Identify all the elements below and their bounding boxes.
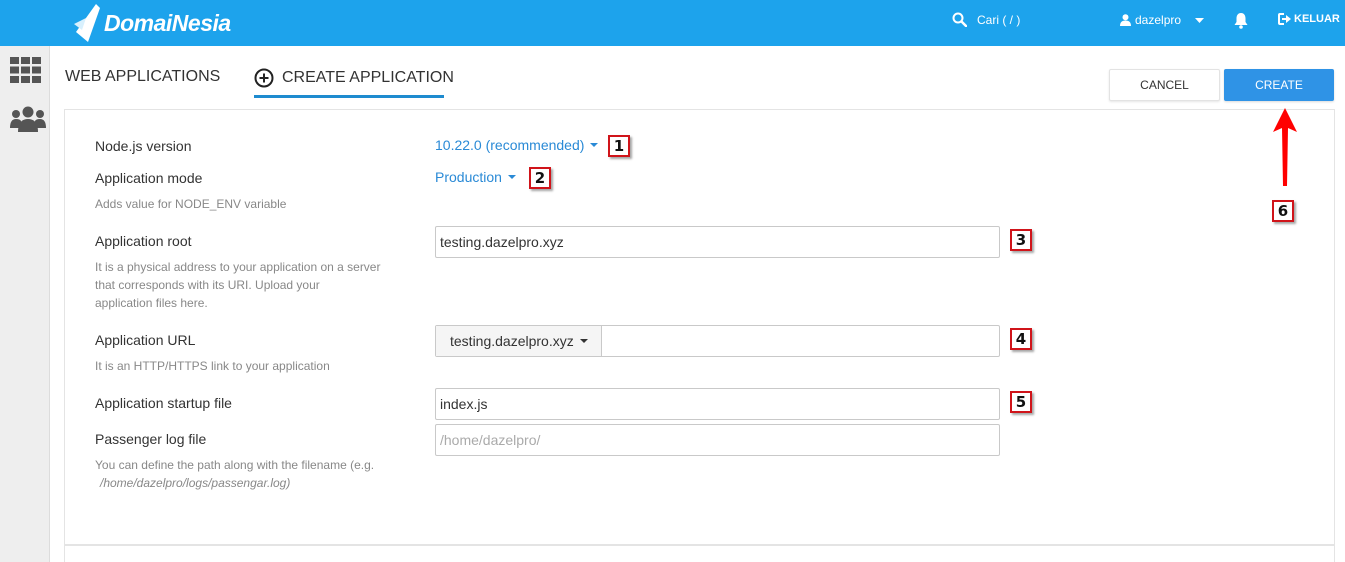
tab-web-applications-label: WEB APPLICATIONS xyxy=(65,68,221,85)
top-navbar: DomaiNesia Cari ( / ) dazelpro KELUAR xyxy=(0,0,1345,46)
apps-grid-icon[interactable] xyxy=(10,57,41,83)
annotation-badge-2: 2 xyxy=(529,167,551,189)
annotation-badge-1: 1 xyxy=(608,135,630,157)
passenger-log-help: You can define the path along with the f… xyxy=(95,456,374,492)
annotation-badge-3: 3 xyxy=(1010,229,1032,251)
nodejs-version-label: Node.js version xyxy=(95,138,192,154)
user-icon xyxy=(1120,14,1131,26)
nodejs-version-value: 10.22.0 (recommended) xyxy=(435,137,585,153)
annotation-badge-5: 5 xyxy=(1010,391,1032,413)
tab-create-application-label: CREATE APPLICATION xyxy=(282,69,454,86)
caret-down-icon xyxy=(507,175,516,179)
annotation-arrow xyxy=(1273,108,1297,186)
app-mode-label: Application mode xyxy=(95,170,203,186)
tab-create-application[interactable]: CREATE APPLICATION xyxy=(254,68,454,88)
chevron-down-icon xyxy=(1195,17,1205,23)
create-button[interactable]: CREATE xyxy=(1224,69,1334,101)
app-url-domain-dropdown[interactable]: testing.dazelpro.xyz xyxy=(436,326,602,356)
app-root-help-line: application files here. xyxy=(95,296,208,310)
app-url-group: testing.dazelpro.xyz xyxy=(435,325,1000,357)
sidebar xyxy=(0,46,50,562)
app-mode-dropdown[interactable]: Production xyxy=(435,169,516,185)
notifications-button[interactable] xyxy=(1233,12,1249,34)
app-root-label: Application root xyxy=(95,233,192,249)
app-root-help: It is a physical address to your applica… xyxy=(95,258,380,312)
caret-down-icon xyxy=(590,143,599,147)
app-url-help: It is an HTTP/HTTPS link to your applica… xyxy=(95,359,330,373)
logo-text: DomaiNesia xyxy=(104,9,231,36)
app-mode-help: Adds value for NODE_ENV variable xyxy=(95,197,287,211)
app-root-input[interactable]: testing.dazelpro.xyz xyxy=(435,226,1000,258)
startup-file-label: Application startup file xyxy=(95,395,232,411)
app-root-help-line: that corresponds with its URI. Upload yo… xyxy=(95,278,320,292)
form-panel-footer xyxy=(64,545,1335,562)
search-label: Cari ( / ) xyxy=(977,12,1021,27)
active-tab-indicator xyxy=(254,95,444,98)
nodejs-version-dropdown[interactable]: 10.22.0 (recommended) xyxy=(435,137,599,153)
logout-icon xyxy=(1278,13,1291,25)
user-menu[interactable]: dazelpro xyxy=(1120,13,1205,27)
passenger-log-help-line: You can define the path along with the f… xyxy=(95,458,375,472)
passenger-log-label: Passenger log file xyxy=(95,431,207,447)
logo[interactable]: DomaiNesia xyxy=(70,0,231,46)
annotation-badge-6: 6 xyxy=(1272,200,1294,222)
cancel-button[interactable]: CANCEL xyxy=(1109,69,1220,101)
passenger-log-help-path: /home/dazelpro/logs/passengar.log) xyxy=(100,476,291,490)
app-url-path-input[interactable] xyxy=(602,326,999,356)
bell-icon xyxy=(1234,13,1248,29)
app-root-help-line: It is a physical address to your applica… xyxy=(95,260,381,274)
logout-button[interactable]: KELUAR xyxy=(1278,13,1340,25)
plus-circle-icon xyxy=(254,68,274,88)
passenger-log-input[interactable]: /home/dazelpro/ xyxy=(435,424,1000,456)
app-url-label: Application URL xyxy=(95,332,196,348)
startup-file-input[interactable]: index.js xyxy=(435,388,1000,420)
app-mode-value: Production xyxy=(435,169,502,185)
search-box[interactable]: Cari ( / ) xyxy=(952,12,1020,27)
annotation-badge-4: 4 xyxy=(1010,328,1032,350)
caret-down-icon xyxy=(579,339,588,343)
users-group-icon[interactable] xyxy=(10,106,46,132)
username: dazelpro xyxy=(1135,13,1182,27)
search-icon xyxy=(952,12,967,27)
app-url-domain-value: testing.dazelpro.xyz xyxy=(450,333,574,349)
tab-web-applications[interactable]: WEB APPLICATIONS xyxy=(65,68,220,86)
logo-icon xyxy=(74,4,100,42)
logout-label: KELUAR xyxy=(1294,13,1340,25)
